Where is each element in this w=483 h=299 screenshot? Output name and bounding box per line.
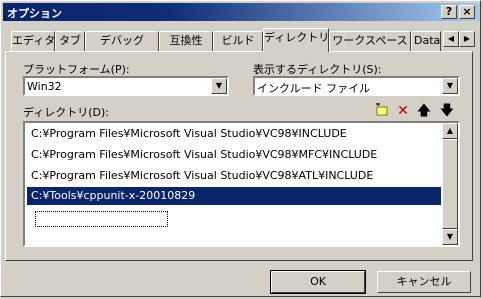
tab-label: Data bbox=[414, 34, 441, 47]
tab-tabs[interactable]: タブ bbox=[55, 31, 85, 51]
platform-label: プラットフォーム(P): bbox=[23, 63, 130, 76]
platform-combo[interactable]: Win32 ▼ bbox=[23, 76, 229, 96]
tab-label: デバッグ bbox=[100, 34, 144, 47]
scroll-up-icon[interactable]: ▲ bbox=[442, 123, 458, 139]
tab-workspace[interactable]: ワークスペース bbox=[329, 31, 411, 51]
tab-compat[interactable]: 互換性 bbox=[159, 31, 213, 51]
show-dirs-label: 表示するディレクトリ(S): bbox=[253, 63, 382, 76]
cancel-button[interactable]: キャンセル bbox=[377, 271, 471, 293]
tab-strip: エディタ タブ デバッグ 互換性 ビルド ディレクトリ ワークスペース Data… bbox=[5, 28, 478, 52]
help-button[interactable]: ? bbox=[441, 5, 457, 19]
tab-label: ワークスペース bbox=[332, 34, 408, 47]
ok-button[interactable]: OK bbox=[270, 270, 366, 294]
directories-label: ディレクトリ(D): bbox=[23, 106, 109, 119]
tab-debug[interactable]: デバッグ bbox=[85, 31, 159, 51]
show-dirs-combo[interactable]: インクルード ファイル ▼ bbox=[253, 76, 460, 96]
tab-label: ディレクトリ bbox=[264, 31, 329, 44]
chevron-down-icon[interactable]: ▼ bbox=[211, 78, 227, 94]
options-dialog: オプション ? × エディタ タブ デバッグ 互換性 ビルド ディレクトリ ワー… bbox=[0, 0, 481, 297]
scroll-thumb[interactable] bbox=[442, 139, 458, 229]
close-button[interactable]: × bbox=[459, 5, 475, 19]
show-dirs-value: インクルード ファイル bbox=[257, 82, 371, 95]
tab-scroll-right-icon[interactable]: ▶ bbox=[459, 31, 475, 47]
tab-scroll-left-icon[interactable]: ◀ bbox=[443, 31, 459, 47]
chevron-down-icon[interactable]: ▼ bbox=[442, 78, 458, 94]
vertical-scrollbar[interactable]: ▲ ▼ bbox=[442, 123, 458, 245]
tab-label: ビルド bbox=[221, 34, 255, 47]
move-up-icon[interactable]: 🡅 bbox=[416, 103, 432, 119]
tab-build[interactable]: ビルド bbox=[213, 31, 263, 51]
scroll-down-icon[interactable]: ▼ bbox=[442, 229, 458, 245]
platform-value: Win32 bbox=[27, 80, 62, 93]
window-title: オプション bbox=[7, 7, 62, 20]
new-entry-slot[interactable] bbox=[35, 211, 168, 227]
new-folder-icon[interactable] bbox=[374, 103, 390, 119]
list-item-selected[interactable]: C:¥Tools¥cppunit-x-20010829 bbox=[27, 187, 441, 205]
tab-label: タブ bbox=[59, 34, 81, 47]
move-down-icon[interactable]: 🡇 bbox=[439, 103, 455, 119]
tab-label: 互換性 bbox=[169, 34, 203, 47]
title-bar[interactable]: オプション ? × bbox=[3, 3, 480, 21]
delete-icon[interactable]: ✕ bbox=[395, 103, 411, 119]
tab-directories[interactable]: ディレクトリ bbox=[263, 28, 329, 52]
list-item[interactable]: C:¥Program Files¥Microsoft Visual Studio… bbox=[27, 146, 441, 164]
directories-list[interactable]: C:¥Program Files¥Microsoft Visual Studio… bbox=[23, 121, 460, 247]
list-item[interactable]: C:¥Program Files¥Microsoft Visual Studio… bbox=[27, 167, 441, 185]
tab-label: エディタ bbox=[12, 34, 55, 47]
tab-editor[interactable]: エディタ bbox=[11, 31, 55, 51]
tab-data[interactable]: Data bbox=[411, 31, 441, 51]
list-item[interactable]: C:¥Program Files¥Microsoft Visual Studio… bbox=[27, 125, 441, 143]
